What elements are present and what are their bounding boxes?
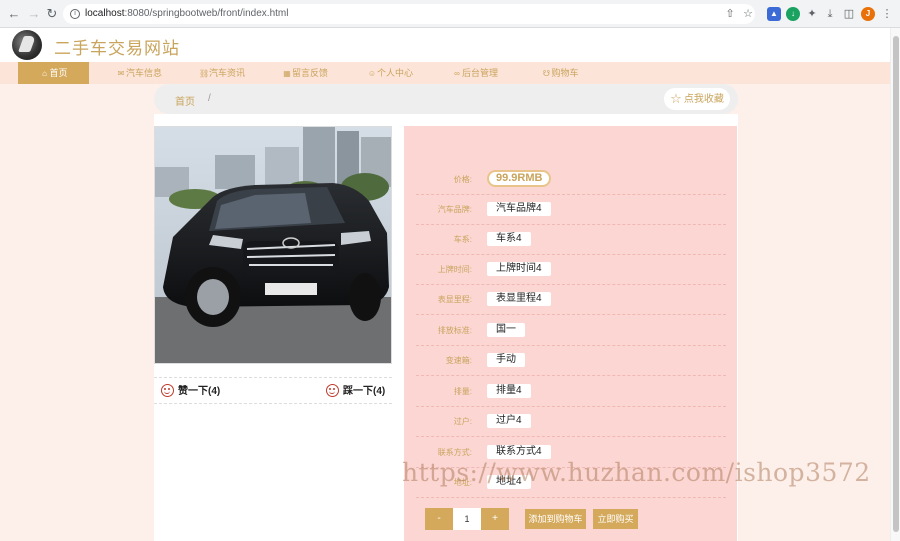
url-host: localhost <box>85 8 125 19</box>
detail-label: 排放标准: <box>437 326 472 335</box>
detail-value: 国一 <box>487 323 525 337</box>
quantity-plus-button[interactable]: + <box>481 508 509 530</box>
detail-value: 上牌时间4 <box>487 262 551 276</box>
nav-label: 汽车信息 <box>125 68 162 78</box>
breadcrumb-home-link[interactable]: 首页 <box>175 93 195 108</box>
forward-icon[interactable]: → <box>26 6 42 22</box>
nav-label: 后台管理 <box>461 68 498 78</box>
detail-value: 联系方式4 <box>487 445 551 459</box>
detail-row: 变速箱: 手动 <box>416 346 726 376</box>
detail-row-price: 价格: 99.9RMB <box>416 165 726 195</box>
site-logo <box>12 30 42 60</box>
link-icon: ∞ <box>454 69 460 78</box>
page-scrollbar[interactable] <box>890 28 900 541</box>
detail-label: 汽车品牌: <box>437 205 472 214</box>
vote-row: 赞一下(4) 踩一下(4) <box>154 377 392 404</box>
more-menu-icon[interactable]: ⋮ <box>880 7 894 21</box>
nav-label: 汽车资讯 <box>208 68 245 78</box>
home-icon: ⌂ <box>42 69 47 78</box>
quantity-minus-button[interactable]: - <box>425 508 453 530</box>
price-value: 99.9RMB <box>487 170 552 187</box>
smile-icon <box>161 384 174 397</box>
detail-row: 过户: 过户4 <box>416 407 726 437</box>
detail-value: 过户4 <box>487 414 531 428</box>
user-icon: ☺ <box>367 69 377 78</box>
nav-item-car-info[interactable]: ✉ 汽车信息 <box>106 62 172 84</box>
detail-value: 手动 <box>487 353 525 367</box>
breadcrumb: 首页 / ☆ 点我收藏 <box>154 84 738 114</box>
detail-value: 表显里程4 <box>487 292 551 306</box>
main-nav: ⌂ 首页 ✉ 汽车信息 ⛓汽车资讯 ▦留言反馈 ☺个人中心 ∞ 后台管理 ☋购物车 <box>0 62 890 84</box>
address-bar[interactable]: i localhost:8080/springbootweb/front/ind… <box>63 4 755 24</box>
add-to-cart-button[interactable]: 添加到购物车 <box>525 509 586 529</box>
scrollbar-thumb[interactable] <box>893 36 899 532</box>
dislike-label: 踩一下(4) <box>343 386 386 397</box>
star-icon: ☆ <box>670 91 682 106</box>
nav-label: 购物车 <box>551 68 579 78</box>
back-icon[interactable]: ← <box>6 6 22 22</box>
detail-row: 排放标准: 国一 <box>416 316 726 346</box>
detail-row: 表显里程: 表显里程4 <box>416 285 726 315</box>
nav-item-feedback[interactable]: ▦留言反馈 <box>272 62 338 84</box>
nav-label: 首页 <box>49 68 68 78</box>
nav-item-cart[interactable]: ☋购物车 <box>530 62 590 84</box>
car-illustration <box>155 127 391 363</box>
nav-label: 个人中心 <box>376 68 413 78</box>
detail-label: 联系方式: <box>437 448 472 457</box>
cart-icon: ☋ <box>542 69 551 78</box>
buy-now-button[interactable]: 立即购买 <box>593 509 638 529</box>
detail-row: 汽车品牌: 汽车品牌4 <box>416 195 726 225</box>
site-title: 二手车交易网站 <box>54 39 180 58</box>
detail-value: 排量4 <box>487 384 531 398</box>
site-info-icon[interactable]: i <box>70 9 80 19</box>
detail-label: 车系: <box>453 235 472 244</box>
nav-item-home[interactable]: ⌂ 首页 <box>18 62 89 84</box>
detail-label: 排量: <box>453 387 472 396</box>
nav-label: 留言反馈 <box>291 68 328 78</box>
detail-row: 车系: 车系4 <box>416 225 726 255</box>
dislike-button[interactable]: 踩一下(4) <box>326 384 385 399</box>
share-icon[interactable]: ⇧ <box>723 7 737 21</box>
quantity-stepper: - 1 + <box>425 508 509 530</box>
reload-icon[interactable]: ↻ <box>44 6 60 22</box>
detail-label: 变速箱: <box>445 356 472 365</box>
detail-label: 表显里程: <box>437 295 472 304</box>
quantity-input[interactable]: 1 <box>453 508 481 530</box>
favorite-button[interactable]: ☆ 点我收藏 <box>664 88 730 110</box>
like-label: 赞一下(4) <box>178 386 221 397</box>
like-button[interactable]: 赞一下(4) <box>161 384 220 399</box>
profile-avatar[interactable]: J <box>861 7 875 21</box>
car-photo <box>154 126 392 364</box>
downloads-icon[interactable]: ⤓ <box>823 7 837 21</box>
image-icon: ▦ <box>283 69 291 78</box>
detail-label: 过户: <box>453 417 472 426</box>
side-panel-icon[interactable]: ◫ <box>842 7 856 21</box>
site-header: 二手车交易网站 <box>0 28 890 62</box>
smile-icon <box>326 384 339 397</box>
mail-icon: ✉ <box>117 69 125 78</box>
extensions-puzzle-icon[interactable]: ✦ <box>805 7 819 21</box>
detail-value: 车系4 <box>487 232 531 246</box>
watermark-text: https://www.huzhan.com/ishop3572 <box>402 458 871 487</box>
detail-row: 排量: 排量4 <box>416 377 726 407</box>
nav-item-user-center[interactable]: ☺个人中心 <box>357 62 423 84</box>
nav-item-car-news[interactable]: ⛓汽车资讯 <box>189 62 255 84</box>
car-icon: ⛓ <box>198 69 210 78</box>
detail-label: 上牌时间: <box>437 265 472 274</box>
download-extension-icon[interactable]: ↓ <box>786 7 800 21</box>
url-path: :8080/springbootweb/front/index.html <box>124 8 289 19</box>
bookmark-star-icon[interactable]: ☆ <box>741 7 755 21</box>
shield-extension-icon[interactable]: ▲ <box>767 7 781 21</box>
browser-toolbar: ← → ↻ i localhost:8080/springbootweb/fro… <box>0 0 900 28</box>
favorite-label: 点我收藏 <box>683 94 724 105</box>
nav-item-admin[interactable]: ∞ 后台管理 <box>442 62 508 84</box>
breadcrumb-separator: / <box>208 93 211 104</box>
detail-value: 汽车品牌4 <box>487 202 551 216</box>
price-label: 价格: <box>453 175 472 184</box>
detail-row: 上牌时间: 上牌时间4 <box>416 255 726 285</box>
